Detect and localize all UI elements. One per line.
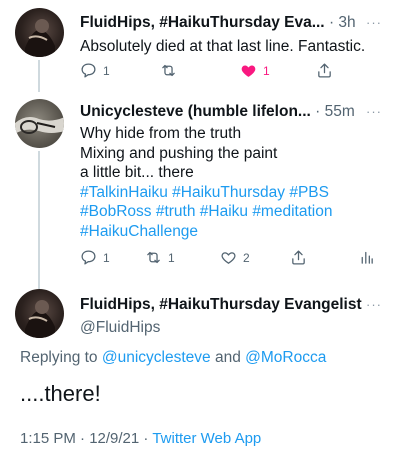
like-count: 2: [243, 250, 250, 265]
hashtag-line[interactable]: #HaikuChallenge: [80, 222, 332, 242]
author-name[interactable]: FluidHips, #HaikuThursday Evangelist: [80, 296, 362, 313]
retweet-count: 1: [168, 250, 175, 265]
hashtag-line[interactable]: #TalkinHaiku #HaikuThursday #PBS: [80, 183, 332, 203]
reply-tweet-2[interactable]: Unicyclesteve (humble lifelon... · 55m ·…: [0, 95, 400, 275]
tweet-line: Absolutely died at that last line. Fanta…: [80, 38, 366, 55]
replying-and: and: [214, 349, 241, 366]
like-icon: [221, 252, 236, 264]
tweet-line: Why hide from the truth: [80, 125, 242, 142]
mention-link[interactable]: @unicyclesteve: [102, 349, 211, 366]
reply-count: 1: [103, 63, 110, 78]
replying-prefix: Replying to: [20, 349, 98, 366]
retweet-icon: [147, 251, 160, 264]
retweet-button[interactable]: 1: [145, 249, 175, 266]
tweet-line: a little bit... there: [80, 164, 194, 181]
tweet-line: Mixing and pushing the paint: [80, 144, 278, 162]
replying-to: Replying to @unicyclesteve and @MoRocca: [20, 349, 326, 367]
retweet-button[interactable]: [160, 62, 183, 79]
author-handle[interactable]: @FluidHips: [80, 318, 160, 338]
avatar[interactable]: [15, 99, 64, 148]
more-icon[interactable]: ···: [366, 15, 382, 30]
hashtag-line[interactable]: #BobRoss #truth #Haiku #meditation: [80, 202, 332, 222]
tweet-timestamp: 1:15 PM · 12/9/21 · Twitter Web App: [20, 430, 261, 447]
share-icon: [292, 250, 305, 265]
like-button[interactable]: 2: [220, 249, 250, 266]
analytics-button[interactable]: [358, 249, 375, 266]
tweet-time[interactable]: · 55m: [315, 103, 355, 120]
share-button[interactable]: [290, 249, 307, 266]
tweet-text: Why hide from the truth Mixing and pushi…: [80, 124, 332, 241]
tweet-header: FluidHips, #HaikuThursday Evangelist: [80, 295, 362, 315]
tweet-datetime[interactable]: 1:15 PM · 12/9/21 ·: [20, 430, 148, 447]
tweet-actions: 1 1 2: [80, 249, 380, 269]
tweet-time[interactable]: · 3h: [329, 14, 356, 31]
share-button[interactable]: [316, 62, 333, 79]
like-icon: [241, 65, 256, 77]
reply-count: 1: [103, 250, 110, 265]
like-count: 1: [263, 63, 270, 78]
like-button[interactable]: 1: [240, 62, 270, 79]
tweet-header: Unicyclesteve (humble lifelon... · 55m: [80, 102, 355, 122]
author-name[interactable]: Unicyclesteve (humble lifelon...: [80, 103, 311, 120]
mention-link[interactable]: @MoRocca: [245, 349, 326, 366]
retweet-icon: [162, 64, 175, 77]
reply-icon: [81, 63, 96, 78]
tweet-header: FluidHips, #HaikuThursday Eva... · 3h: [80, 13, 356, 33]
tweet-actions: 1 1: [80, 62, 380, 82]
author-name[interactable]: FluidHips, #HaikuThursday Eva...: [80, 14, 325, 31]
main-tweet-text: ....there!: [20, 381, 101, 406]
avatar[interactable]: [15, 289, 64, 338]
tweet-text: Absolutely died at that last line. Fanta…: [80, 37, 365, 57]
tweet-source[interactable]: Twitter Web App: [152, 430, 261, 447]
reply-tweet-1[interactable]: FluidHips, #HaikuThursday Eva... · 3h ··…: [0, 0, 400, 95]
reply-button[interactable]: 1: [80, 249, 110, 266]
share-icon: [318, 63, 331, 78]
avatar[interactable]: [15, 8, 64, 57]
more-icon[interactable]: ···: [366, 297, 382, 312]
reply-button[interactable]: 1: [80, 62, 110, 79]
analytics-icon: [361, 251, 373, 264]
more-icon[interactable]: ···: [366, 104, 382, 119]
reply-icon: [81, 250, 96, 265]
